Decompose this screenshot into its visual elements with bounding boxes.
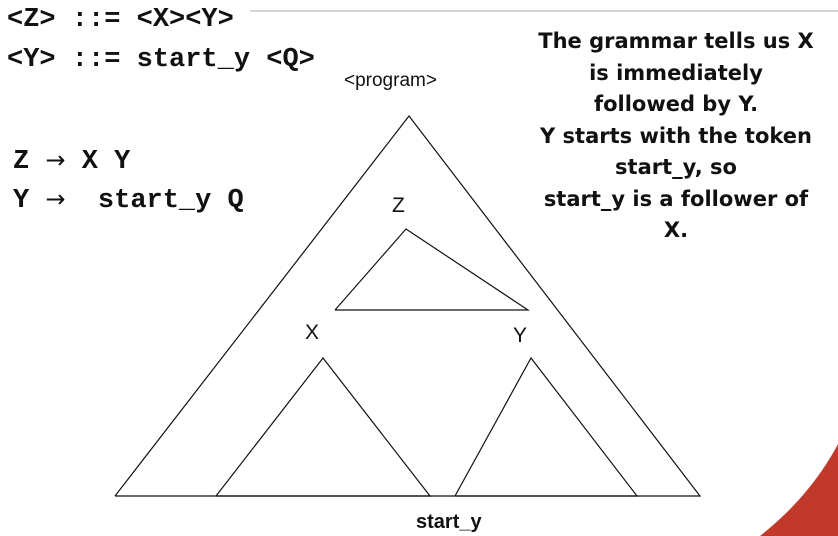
x-subtree-triangle bbox=[215, 357, 432, 497]
z-subtree-triangle bbox=[334, 228, 530, 311]
explanation-line: start_y, so bbox=[615, 155, 737, 179]
explanation-line: is immediately bbox=[589, 60, 763, 85]
node-y-label: Y bbox=[513, 324, 527, 347]
explanation-line: The grammar tells us X bbox=[538, 29, 814, 53]
slide: <Z> ::= <X><Y> <Y> ::= start_y <Q> Z → X… bbox=[0, 0, 838, 536]
node-z-label: Z bbox=[392, 194, 405, 217]
explanation-line: X. bbox=[663, 218, 689, 242]
node-x-label: X bbox=[305, 321, 319, 344]
corner-accent-shape bbox=[760, 444, 838, 536]
explanation-line: start_y is a follower of bbox=[543, 186, 809, 211]
explanation-text: The grammar tells us X is immediately fo… bbox=[518, 26, 834, 247]
explanation-line: followed by Y. bbox=[593, 92, 759, 116]
explanation-line: Y starts with the token bbox=[540, 123, 812, 148]
leaf-token-label: start_y bbox=[416, 511, 482, 533]
